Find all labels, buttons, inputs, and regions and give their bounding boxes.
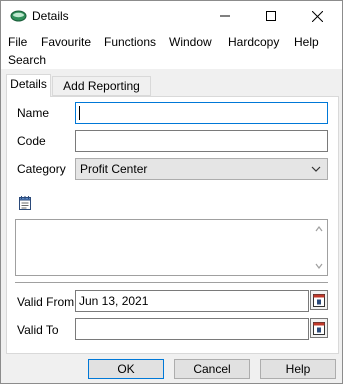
calendar-icon <box>313 322 325 335</box>
scroll-up-button[interactable] <box>313 223 325 235</box>
valid-from-value: Jun 13, 2021 <box>79 294 149 308</box>
notepad-icon[interactable] <box>17 195 33 211</box>
category-select[interactable]: Profit Center <box>75 158 328 180</box>
window-title: Details <box>32 9 69 23</box>
maximize-icon <box>266 11 276 21</box>
help-button[interactable]: Help <box>260 359 336 379</box>
minimize-icon <box>220 15 230 17</box>
menu-favourite[interactable]: Favourite <box>41 33 91 52</box>
valid-from-field[interactable]: Jun 13, 2021 <box>75 290 309 312</box>
divider <box>15 282 328 283</box>
name-field[interactable] <box>75 102 328 124</box>
valid-to-calendar-button[interactable] <box>310 318 328 338</box>
cancel-button[interactable]: Cancel <box>174 359 250 379</box>
menu-file[interactable]: File <box>8 33 27 52</box>
valid-to-label: Valid To <box>17 323 59 337</box>
calendar-icon <box>313 294 325 307</box>
valid-to-field[interactable] <box>75 318 309 340</box>
app-icon <box>10 10 27 22</box>
code-field[interactable] <box>75 130 328 152</box>
tab-details[interactable]: Details <box>6 74 51 97</box>
menu-window[interactable]: Window <box>169 33 212 52</box>
code-label: Code <box>17 134 46 148</box>
maximize-button[interactable] <box>248 1 294 31</box>
notes-textarea[interactable] <box>15 219 328 276</box>
chevron-down-icon <box>311 166 321 172</box>
category-label: Category <box>17 162 66 176</box>
menu-hardcopy[interactable]: Hardcopy <box>228 33 279 52</box>
menu-bar: File Favourite Functions Window Hardcopy… <box>1 31 342 69</box>
details-window: Details File Favourite Functions Window … <box>0 0 343 384</box>
scroll-down-icon <box>315 263 323 269</box>
scroll-down-button[interactable] <box>313 260 325 272</box>
category-value: Profit Center <box>80 162 148 176</box>
close-button[interactable] <box>294 1 340 31</box>
valid-from-label: Valid From <box>17 295 75 309</box>
menu-search[interactable]: Search <box>8 51 46 70</box>
name-label: Name <box>17 106 50 120</box>
menu-functions[interactable]: Functions <box>104 33 156 52</box>
ok-button[interactable]: OK <box>88 359 164 379</box>
scroll-up-icon <box>315 226 323 232</box>
title-bar: Details <box>1 1 342 31</box>
tab-add-reporting-unit[interactable]: Add Reporting Unit <box>52 76 151 111</box>
minimize-button[interactable] <box>202 1 248 31</box>
text-caret <box>79 106 80 120</box>
valid-from-calendar-button[interactable] <box>310 290 328 310</box>
close-icon <box>311 10 323 22</box>
menu-help[interactable]: Help <box>294 33 319 52</box>
